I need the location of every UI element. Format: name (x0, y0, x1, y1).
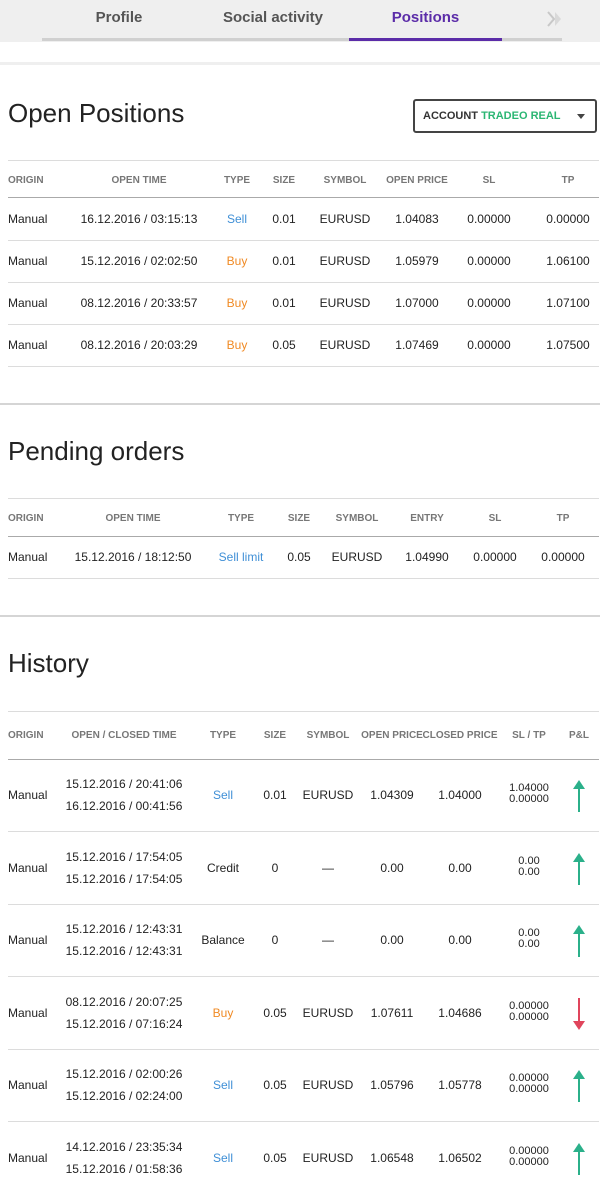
table-cell: Manual (8, 296, 48, 310)
row-divider (8, 240, 599, 241)
table-cell: 0.00000 (546, 212, 590, 226)
column-header: TP (556, 513, 570, 524)
origin-cell: Manual (8, 1006, 48, 1020)
table-divider (8, 160, 599, 161)
origin-cell: Manual (8, 788, 48, 802)
row-divider (8, 578, 599, 579)
origin-cell: Manual (8, 933, 48, 947)
row-divider (8, 282, 599, 283)
tab-positions[interactable]: Positions (349, 0, 502, 38)
row-divider (8, 976, 599, 977)
tab-active-indicator (349, 38, 502, 41)
table-divider (8, 498, 599, 499)
history-title: History (8, 648, 89, 678)
table-cell: 1.06100 (546, 254, 590, 268)
arrow-down-icon (573, 998, 585, 1030)
caret-down-icon (577, 114, 585, 119)
column-header: ORIGIN (8, 730, 44, 741)
table-cell: Manual (8, 212, 48, 226)
table-header-divider (8, 536, 599, 537)
row-divider (8, 366, 599, 367)
table-divider (8, 711, 599, 712)
origin-cell: Manual (8, 1078, 48, 1092)
section-divider (0, 403, 600, 405)
section-divider (0, 615, 600, 617)
column-header: ORIGIN (8, 175, 44, 186)
tab-social-activity[interactable]: Social activity (200, 0, 346, 38)
origin-cell: Manual (8, 861, 48, 875)
table-cell: 1.07500 (546, 338, 590, 352)
arrow-up-icon (573, 853, 585, 885)
chevron-right-icon[interactable] (545, 10, 565, 28)
account-select[interactable]: ACCOUNT TRADEO REAL (413, 99, 597, 133)
arrow-up-icon (573, 1070, 585, 1102)
table-cell: 1.07100 (546, 296, 590, 310)
table-header-divider (8, 759, 599, 760)
tab-profile[interactable]: Profile (60, 0, 178, 38)
row-divider (8, 324, 599, 325)
table-cell: Manual (8, 550, 48, 564)
column-header: OPEN TIME (105, 513, 161, 524)
row-divider (8, 1049, 599, 1050)
origin-cell: Manual (8, 1151, 48, 1165)
open-positions-title: Open Positions (8, 98, 185, 128)
table-cell: Manual (8, 338, 48, 352)
account-select-value: TRADEO REAL (481, 110, 561, 122)
table-header-divider (8, 197, 599, 198)
column-header: TP (561, 175, 575, 186)
tab-bar: Profile Social activity Positions (0, 0, 600, 42)
table-cell: Manual (8, 254, 48, 268)
pending-orders-title: Pending orders (8, 436, 185, 466)
arrow-up-icon (573, 1143, 585, 1175)
row-divider (8, 904, 599, 905)
arrow-up-icon (573, 925, 585, 957)
row-divider (8, 831, 599, 832)
column-header: ORIGIN (8, 513, 44, 524)
header-divider (0, 62, 600, 65)
account-select-prefix: ACCOUNT (423, 110, 478, 122)
row-divider (8, 1121, 599, 1122)
table-cell: 0.00000 (541, 550, 585, 564)
column-header: P&L (569, 730, 589, 741)
arrow-up-icon (573, 780, 585, 812)
